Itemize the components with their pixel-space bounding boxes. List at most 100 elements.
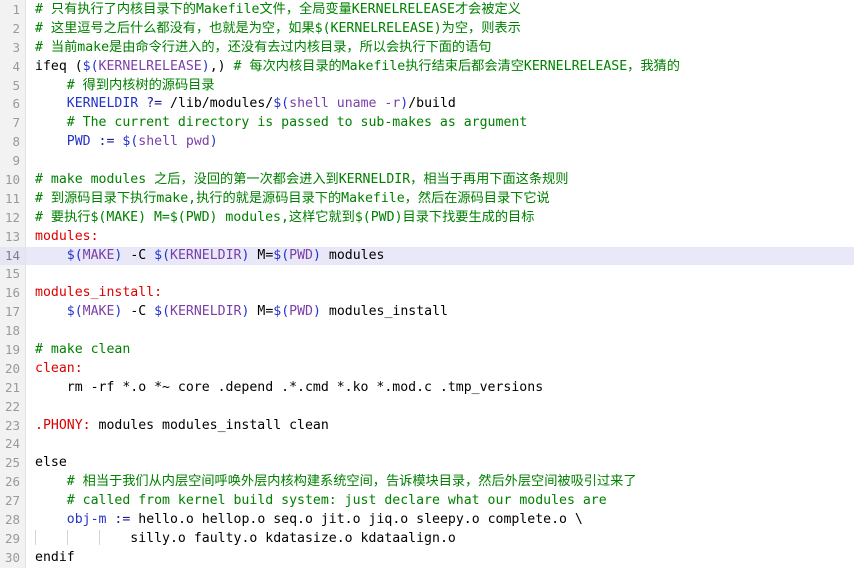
code-token-var: $(: [66, 247, 83, 263]
line-number: 30: [4, 549, 20, 565]
line-number: 20: [4, 360, 20, 376]
line-number: 17: [4, 304, 20, 320]
code-line[interactable]: [26, 398, 854, 417]
line-number: 10: [4, 172, 20, 188]
code-token-vn: PWD: [289, 304, 313, 320]
code-token-vn: MAKE: [82, 304, 115, 320]
code-token-pl: modules: [320, 247, 385, 263]
code-token-cm: # 要执行$(MAKE) M=$(PWD) modules,这样它就到$(PWD…: [35, 209, 535, 225]
line-number: 2: [12, 20, 20, 36]
code-token-cm: # 这里逗号之后什么都没有，也就是为空，如果$(KERNELRELEASE)为空…: [35, 20, 521, 36]
code-line[interactable]: [26, 435, 854, 454]
line-number: 1: [12, 2, 20, 17]
code-line[interactable]: $(MAKE) -C $(KERNELDIR) M=$(PWD) modules: [26, 246, 854, 266]
code-line[interactable]: # 到源码目录下执行make,执行的就是源码目录下的Makefile，然后在源码…: [26, 190, 854, 209]
line-number: 12: [4, 209, 20, 225]
code-line[interactable]: # 得到内核树的源码目录: [26, 77, 854, 96]
code-line[interactable]: # 这里逗号之后什么都没有，也就是为空，如果$(KERNELRELEASE)为空…: [26, 20, 854, 39]
code-line[interactable]: $(MAKE) -C $(KERNELDIR) M=$(PWD) modules…: [26, 303, 854, 322]
code-token-pl: modules_install: [320, 304, 448, 320]
code-token-vn: MAKE: [82, 247, 115, 263]
code-token-pl: /lib/modules/: [162, 96, 274, 112]
code-line[interactable]: ifeq ($(KERNELRELEASE),) # 每次内核目录的Makefi…: [26, 58, 854, 77]
line-number: 14: [0, 246, 25, 266]
code-token-var: $(: [273, 96, 290, 112]
line-number: 11: [4, 190, 20, 206]
code-line[interactable]: modules_install:: [26, 284, 854, 303]
code-token-var: $(: [82, 58, 99, 74]
code-token-cm: # The current directory is passed to sub…: [66, 115, 528, 131]
code-line[interactable]: [26, 265, 854, 284]
code-line[interactable]: # 要执行$(MAKE) M=$(PWD) modules,这样它就到$(PWD…: [26, 209, 854, 228]
code-line[interactable]: [26, 152, 854, 171]
code-line[interactable]: else: [26, 454, 854, 473]
code-token-cm: # 每次内核目录的Makefile执行结束后都会清空KERNELRELEASE，…: [233, 58, 680, 74]
code-token-var: ): [209, 134, 218, 150]
code-token-vn: KERNELDIR: [170, 304, 242, 320]
code-token-cm: # 相当于我们从内层空间呼唤外层内核构建系统空间，告诉模块目录，然后外层空间被吸…: [66, 474, 637, 490]
line-number: 27: [4, 493, 20, 509]
code-editor[interactable]: 1 2 3 4 5 6 7 8 9 10 11 12 13 14 15 16 17 18 19 20 21 22 23 24 2…: [0, 0, 854, 569]
code-token-cm: # 当前make是由命令行进入的，还没有去过内核目录，所以会执行下面的语句: [35, 39, 492, 55]
line-number: 29: [4, 530, 20, 546]
code-line[interactable]: silly.o faulty.o kdatasize.o kdataalign.…: [26, 529, 854, 549]
code-token-tgt: modules:: [35, 228, 99, 244]
code-line[interactable]: # 相当于我们从内层空间呼唤外层内核构建系统空间，告诉模块目录，然后外层空间被吸…: [26, 473, 854, 492]
line-number: 6: [12, 96, 20, 112]
code-line[interactable]: # called from kernel build system: just …: [26, 492, 854, 511]
code-token-pl: M=: [249, 247, 274, 263]
code-token-pl: -C: [122, 304, 155, 320]
code-line[interactable]: # 只有执行了内核目录下的Makefile文件，全局变量KERNELRELEAS…: [26, 1, 854, 20]
code-token-vn: KERNELDIR: [170, 247, 242, 263]
line-number: 22: [4, 398, 20, 414]
code-line[interactable]: modules:: [26, 228, 854, 247]
line-number: 9: [12, 153, 20, 169]
line-number: 5: [12, 77, 20, 93]
code-token-cm: # 只有执行了内核目录下的Makefile文件，全局变量KERNELRELEAS…: [35, 2, 521, 17]
line-number: 13: [4, 228, 20, 244]
code-line[interactable]: endif: [26, 549, 854, 568]
code-token-var: KERNELDIR: [66, 96, 139, 112]
code-token-pl: modules modules_install clean: [90, 417, 329, 433]
line-number: 15: [4, 266, 20, 282]
code-token-var: $(: [66, 304, 83, 320]
code-line[interactable]: # make clean: [26, 341, 854, 360]
code-token-var: ): [313, 247, 321, 263]
code-line[interactable]: [26, 322, 854, 341]
code-text-area[interactable]: # 只有执行了内核目录下的Makefile文件，全局变量KERNELRELEAS…: [26, 0, 854, 568]
code-token-pl: hello.o hellop.o seq.o jit.o jiq.o sleep…: [130, 512, 583, 528]
code-token-var: $(: [273, 247, 290, 263]
line-number: 7: [12, 115, 20, 131]
code-token-cm: # make modules 之后，没回的第一次都会进入到KERNELDIR，相…: [35, 172, 569, 188]
line-number: 21: [4, 379, 20, 395]
code-token-cm: # called from kernel build system: just …: [66, 493, 607, 509]
line-number: 16: [4, 285, 20, 301]
code-line[interactable]: .PHONY: modules modules_install clean: [26, 417, 854, 436]
line-number: 19: [4, 342, 20, 358]
code-token-op: :=: [98, 134, 115, 150]
code-line[interactable]: # make modules 之后，没回的第一次都会进入到KERNELDIR，相…: [26, 171, 854, 190]
code-token-cm: # make clean: [35, 342, 131, 358]
code-line[interactable]: rm -rf *.o *~ core .depend .*.cmd *.ko *…: [26, 379, 854, 398]
line-number-gutter[interactable]: 1 2 3 4 5 6 7 8 9 10 11 12 13 14 15 16 17 18 19 20 21 22 23 24 2…: [0, 0, 26, 568]
code-line[interactable]: # 当前make是由命令行进入的，还没有去过内核目录，所以会执行下面的语句: [26, 39, 854, 58]
code-line[interactable]: clean:: [26, 360, 854, 379]
code-line[interactable]: # The current directory is passed to sub…: [26, 114, 854, 133]
code-line[interactable]: obj-m := hello.o hellop.o seq.o jit.o ji…: [26, 511, 854, 530]
line-number: 25: [4, 455, 20, 471]
code-token-pl: /build: [408, 96, 456, 112]
code-line[interactable]: KERNELDIR ?= /lib/modules/$(shell uname …: [26, 95, 854, 114]
code-token-vn: PWD: [289, 247, 313, 263]
code-token-op: :=: [114, 512, 131, 528]
code-line[interactable]: PWD := $(shell pwd): [26, 133, 854, 152]
line-number: 18: [4, 323, 20, 339]
code-token-var: $(: [154, 247, 171, 263]
